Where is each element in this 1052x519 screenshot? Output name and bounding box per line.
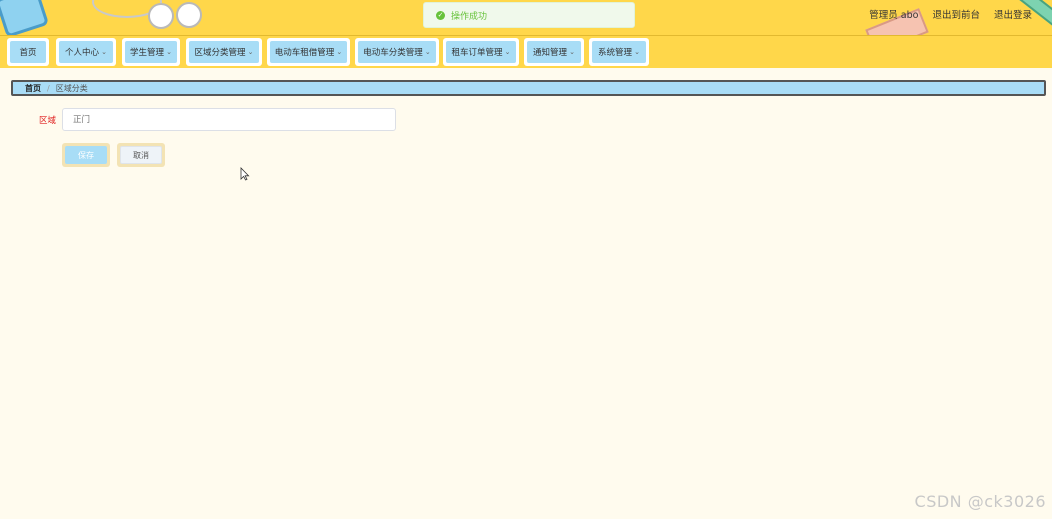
nav-item-label: 系统管理: [598, 48, 633, 58]
nav-item-label: 个人中心: [65, 48, 100, 58]
nav-item-system[interactable]: 系统管理 ⌄: [589, 38, 649, 66]
top-header: ✓ 操作成功 管理员 abo 退出到前台 退出登录: [0, 0, 1052, 36]
breadcrumb: 首页 / 区域分类: [11, 80, 1046, 96]
success-toast: ✓ 操作成功: [423, 2, 635, 28]
breadcrumb-current: 区域分类: [55, 83, 88, 93]
area-label-text: 区域: [38, 116, 56, 126]
chevron-down-icon: ⌄: [424, 48, 431, 56]
chevron-down-icon: ⌄: [166, 48, 172, 56]
cancel-button[interactable]: 取消: [117, 143, 165, 167]
earphone-illustration-icon: [176, 2, 202, 28]
nav-item-students[interactable]: 学生管理 ⌄: [122, 38, 180, 66]
chevron-down-icon: ⌄: [634, 48, 640, 56]
watermark: CSDN @ck3026: [914, 492, 1046, 511]
chevron-down-icon: ⌄: [336, 48, 343, 56]
save-button[interactable]: 保存: [62, 143, 110, 167]
main-nav: 首页 个人中心 ⌄ 学生管理 ⌄ 区域分类管理 ⌄ 电动车租借管理 ⌄ 电动车分类管理 ⌄…: [0, 36, 1052, 68]
nav-item-rental-orders[interactable]: 租车订单管理 ⌄: [443, 38, 519, 66]
check-circle-icon: ✓: [436, 10, 445, 20]
cancel-button-label: 取消: [120, 146, 162, 164]
toast-message: 操作成功: [451, 11, 488, 22]
to-front-link[interactable]: 退出到前台: [932, 7, 980, 21]
chevron-down-icon: ⌄: [101, 48, 107, 56]
nav-item-area-category[interactable]: 区域分类管理 ⌄: [186, 38, 262, 66]
user-greeting: 管理员 abo: [869, 10, 919, 21]
earphone-illustration-icon: [148, 3, 174, 29]
nav-item-ebike-category[interactable]: 电动车分类管理 ⌄: [355, 38, 439, 66]
user-area: 管理员 abo 退出到前台 退出登录: [869, 7, 1032, 21]
nav-item-label: 首页: [19, 48, 37, 58]
breadcrumb-home[interactable]: 首页: [25, 83, 41, 94]
nav-item-label: 区域分类管理: [194, 48, 246, 58]
mouse-cursor-icon: [240, 167, 250, 181]
nav-item-notices[interactable]: 通知管理 ⌄: [524, 38, 584, 66]
nav-item-label: 电动车租借管理: [274, 48, 335, 58]
area-input[interactable]: [62, 108, 396, 131]
chevron-down-icon: ⌄: [569, 48, 575, 56]
area-field-label: 区域: [28, 114, 56, 126]
nav-item-label: 租车订单管理: [451, 48, 503, 58]
nav-item-ebike-rental[interactable]: 电动车租借管理 ⌄: [267, 38, 350, 66]
save-button-label: 保存: [65, 146, 107, 164]
nav-item-profile[interactable]: 个人中心 ⌄: [56, 38, 116, 66]
chevron-down-icon: ⌄: [504, 48, 511, 56]
nav-item-label: 电动车分类管理: [363, 48, 423, 58]
breadcrumb-separator: /: [47, 83, 50, 93]
nav-item-label: 学生管理: [130, 48, 165, 58]
chevron-down-icon: ⌄: [247, 48, 254, 56]
nav-item-home[interactable]: 首页: [7, 38, 49, 66]
phone-illustration-icon: [0, 0, 50, 35]
nav-item-label: 通知管理: [533, 48, 568, 58]
logout-link[interactable]: 退出登录: [994, 7, 1032, 21]
